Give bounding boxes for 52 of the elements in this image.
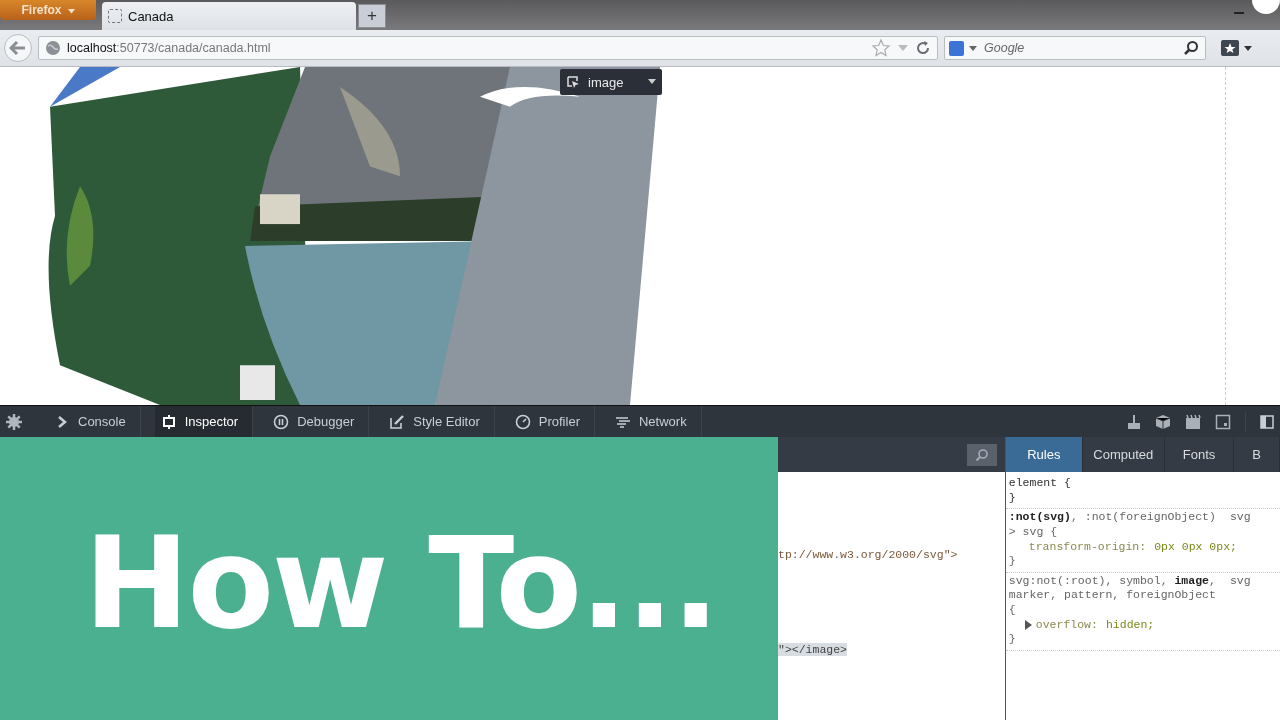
url-text: localhost:50773/canada/canada.html — [67, 41, 271, 55]
search-field[interactable]: Google — [982, 40, 1179, 56]
pause-icon — [273, 413, 290, 430]
globe-icon — [45, 40, 61, 56]
css-property: overflow: — [1035, 617, 1098, 632]
caret-icon — [67, 9, 75, 14]
search-engine-icon[interactable] — [949, 40, 964, 56]
css-value: 0px 0px 0px; — [1154, 539, 1237, 554]
settings-icon[interactable] — [6, 413, 22, 430]
browser-tab[interactable]: Canada — [102, 2, 356, 30]
search-button[interactable] — [966, 443, 997, 466]
cube-icon[interactable] — [1155, 413, 1171, 430]
css-selector: marker, pattern, foreignObject — [1008, 588, 1216, 603]
css-selector: :not(svg), :not(foreignObject) — [1008, 510, 1216, 525]
closing-brace: } — [1008, 554, 1016, 569]
rule-source[interactable]: svg — [1229, 510, 1251, 525]
frame-icon — [160, 413, 177, 430]
dropdown-icon[interactable] — [968, 44, 978, 52]
bookmarks-icon[interactable] — [1220, 39, 1254, 57]
css-value: hidden; — [1105, 617, 1155, 632]
address-bar[interactable]: localhost:50773/canada/canada.html — [38, 36, 938, 60]
paintbrush-icon[interactable] — [1127, 413, 1141, 430]
pencil-icon — [389, 413, 406, 430]
sidebar-tab[interactable]: Rules — [1005, 437, 1083, 472]
css-selector: element { — [1008, 476, 1071, 491]
css-selector: { — [1008, 602, 1016, 617]
clock-icon — [514, 413, 531, 430]
back-button[interactable] — [4, 34, 32, 62]
square-icon[interactable] — [1215, 413, 1231, 430]
reload-icon[interactable] — [915, 40, 931, 56]
page-icon — [108, 9, 122, 23]
closing-brace: } — [1008, 632, 1016, 647]
rule-source[interactable]: svg — [1229, 573, 1251, 588]
markup-line[interactable]: tp://www.w3.org/2000/svg"> — [778, 548, 958, 561]
caret-icon[interactable] — [648, 79, 656, 85]
search-icon[interactable] — [1183, 40, 1199, 56]
closing-brace: } — [1008, 490, 1016, 505]
css-selector: svg:not(:root), symbol, image, — [1008, 573, 1216, 588]
css-selector: > svg { — [1008, 524, 1058, 539]
element-tooltip: image — [560, 69, 662, 95]
star-icon[interactable] — [871, 38, 891, 58]
expand-icon[interactable] — [1024, 619, 1032, 630]
back-arrow-icon — [9, 41, 27, 55]
dock-icon[interactable] — [1260, 414, 1274, 429]
css-property: transform-origin: — [1028, 539, 1147, 554]
new-tab-button[interactable]: + — [358, 4, 386, 28]
search-bar[interactable]: Google — [944, 36, 1206, 60]
title-card-text: How To... — [84, 510, 718, 657]
film-icon[interactable] — [1185, 413, 1201, 430]
select-element-icon — [566, 75, 580, 89]
devtools-tab[interactable]: Inspector — [154, 405, 254, 438]
search-icon — [974, 447, 989, 462]
